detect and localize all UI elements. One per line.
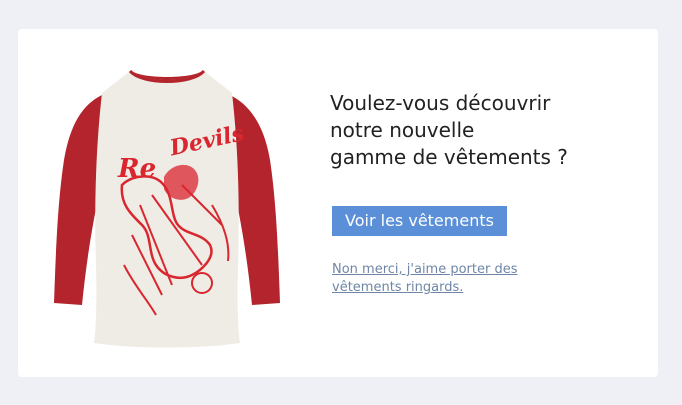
headline-line: notre nouvelle [330, 118, 475, 142]
headline-line: gamme de vêtements ? [330, 145, 568, 169]
tshirt-image: Re Devils [54, 69, 280, 348]
tshirt-left-sleeve [54, 95, 102, 305]
view-clothing-button[interactable]: Voir les vêtements [332, 206, 507, 236]
promo-headline: Voulez-vous découvrir notre nouvelle gam… [330, 90, 630, 171]
svg-text:Re: Re [117, 154, 156, 184]
decline-link[interactable]: Non merci, j'aime porter des vêtements r… [332, 261, 562, 297]
tshirt-body [94, 71, 240, 348]
headline-line: Voulez-vous découvrir [330, 91, 551, 115]
promo-card: Re Devils Voulez-vous découvrir notre no… [18, 29, 658, 377]
